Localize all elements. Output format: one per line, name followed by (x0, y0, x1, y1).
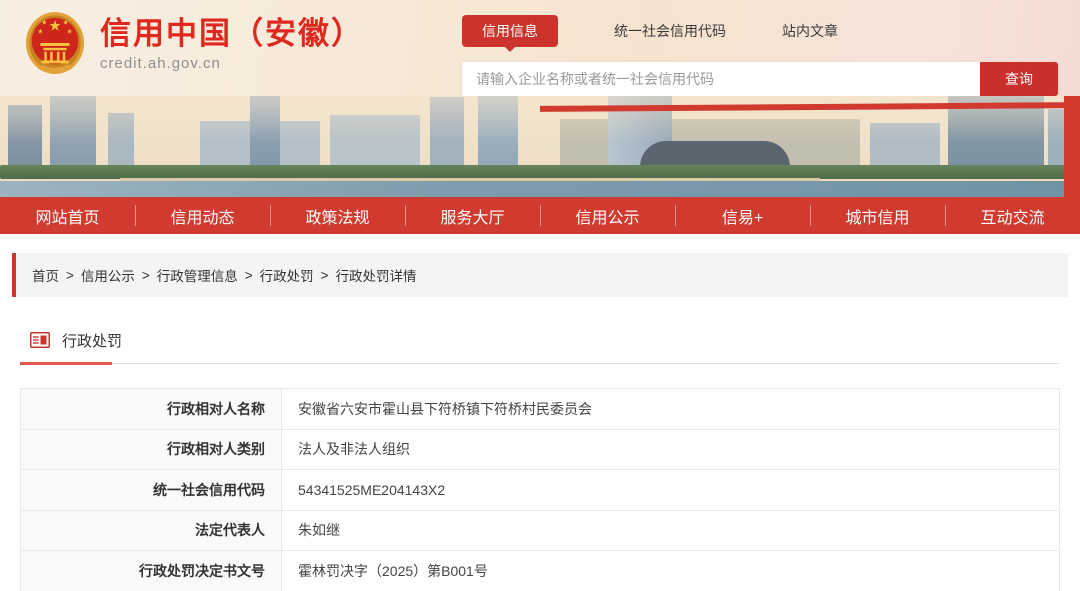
table-row: 行政相对人类别 法人及非法人组织 (21, 430, 1059, 471)
search-input[interactable] (462, 62, 980, 96)
nav-item[interactable]: 信用公示 (540, 197, 675, 234)
city-skyline-banner (0, 96, 1080, 197)
breadcrumb-item: 信用公示 > (81, 265, 157, 285)
breadcrumb-separator: > (245, 268, 253, 283)
row-value: 法人及非法人组织 (282, 430, 1059, 470)
search-bar: 查询 (462, 62, 1058, 96)
search-tab[interactable]: 站内文章 (782, 15, 838, 47)
search-zone: 信用信息 统一社会信用代码 站内文章 查询 (462, 16, 1058, 96)
national-emblem-icon: ★ ★ ★ ★ ★ (24, 10, 86, 78)
row-value: 朱如继 (282, 511, 1059, 551)
breadcrumb-link[interactable]: 行政处罚 (260, 265, 314, 285)
main-nav: 网站首页 信用动态 政策法规 服务大厅 信用公示 信易+ 城市信用 互动交流 (0, 197, 1080, 234)
table-row: 统一社会信用代码 54341525ME204143X2 (21, 470, 1059, 511)
section-underline-accent (20, 362, 112, 365)
row-value: 54341525ME204143X2 (282, 470, 1059, 510)
site-domain: credit.ah.gov.cn (100, 55, 364, 72)
nav-item[interactable]: 网站首页 (0, 197, 135, 234)
svg-text:★: ★ (48, 18, 61, 34)
nav-item[interactable]: 城市信用 (810, 197, 945, 234)
nav-item[interactable]: 服务大厅 (405, 197, 540, 234)
breadcrumb-link[interactable]: 行政管理信息 (157, 265, 238, 285)
svg-text:★: ★ (41, 20, 47, 27)
table-row: 行政处罚决定书文号 霍林罚决字（2025）第B001号 (21, 551, 1059, 591)
news-list-icon (30, 332, 50, 348)
row-label: 统一社会信用代码 (21, 470, 282, 510)
site-name: 信用中国（安徽） (100, 16, 364, 52)
search-tab[interactable]: 统一社会信用代码 (614, 15, 726, 47)
row-label: 行政相对人名称 (21, 389, 282, 429)
breadcrumb-link[interactable]: 行政处罚详情 (336, 265, 417, 285)
site-title-block: 信用中国（安徽） credit.ah.gov.cn (100, 16, 364, 72)
breadcrumb: 首页 > 信用公示 > 行政管理信息 > 行政处罚 > 行政处罚详情 > (12, 253, 1068, 297)
penalty-detail-table: 行政相对人名称 安徽省六安市霍山县下符桥镇下符桥村民委员会 行政相对人类别 法人… (20, 388, 1060, 591)
breadcrumb-item: 行政处罚详情 > (336, 265, 417, 285)
site-logo[interactable]: ★ ★ ★ ★ ★ 信用中国（安徽） credit.ah.gov.cn (24, 10, 364, 78)
row-label: 行政处罚决定书文号 (21, 551, 282, 591)
row-value: 安徽省六安市霍山县下符桥镇下符桥村民委员会 (282, 389, 1059, 429)
svg-text:★: ★ (63, 20, 69, 27)
table-row: 行政相对人名称 安徽省六安市霍山县下符桥镇下符桥村民委员会 (21, 389, 1059, 430)
table-row: 法定代表人 朱如继 (21, 511, 1059, 552)
section-header: 行政处罚 (30, 330, 1050, 350)
nav-item[interactable]: 政策法规 (270, 197, 405, 234)
row-label: 法定代表人 (21, 511, 282, 551)
search-tabs: 信用信息 统一社会信用代码 站内文章 (462, 16, 1058, 46)
banner-red-edge (1064, 96, 1080, 197)
svg-text:★: ★ (37, 28, 43, 35)
breadcrumb-separator: > (321, 268, 329, 283)
breadcrumb-item: 行政处罚 > (260, 265, 336, 285)
row-value: 霍林罚决字（2025）第B001号 (282, 551, 1059, 591)
nav-item[interactable]: 互动交流 (945, 197, 1080, 234)
breadcrumb-link[interactable]: 首页 (32, 265, 59, 285)
row-label: 行政相对人类别 (21, 430, 282, 470)
breadcrumb-separator: > (66, 268, 74, 283)
section-title: 行政处罚 (62, 330, 122, 351)
site-header: ★ ★ ★ ★ ★ 信用中国（安徽） credit.ah.gov.cn (0, 0, 1080, 96)
search-tab[interactable]: 信用信息 (462, 15, 558, 47)
breadcrumb-link[interactable]: 信用公示 (81, 265, 135, 285)
svg-text:★: ★ (66, 28, 72, 35)
breadcrumb-separator: > (142, 268, 150, 283)
breadcrumb-item: 行政管理信息 > (157, 265, 260, 285)
nav-item[interactable]: 信用动态 (135, 197, 270, 234)
search-button[interactable]: 查询 (980, 62, 1058, 96)
breadcrumb-item: 首页 > (32, 265, 81, 285)
section-underline (20, 363, 1060, 364)
credit-china-anhui-page: ★ ★ ★ ★ ★ 信用中国（安徽） credit.ah.gov.cn (0, 0, 1080, 591)
nav-item[interactable]: 信易+ (675, 197, 810, 234)
